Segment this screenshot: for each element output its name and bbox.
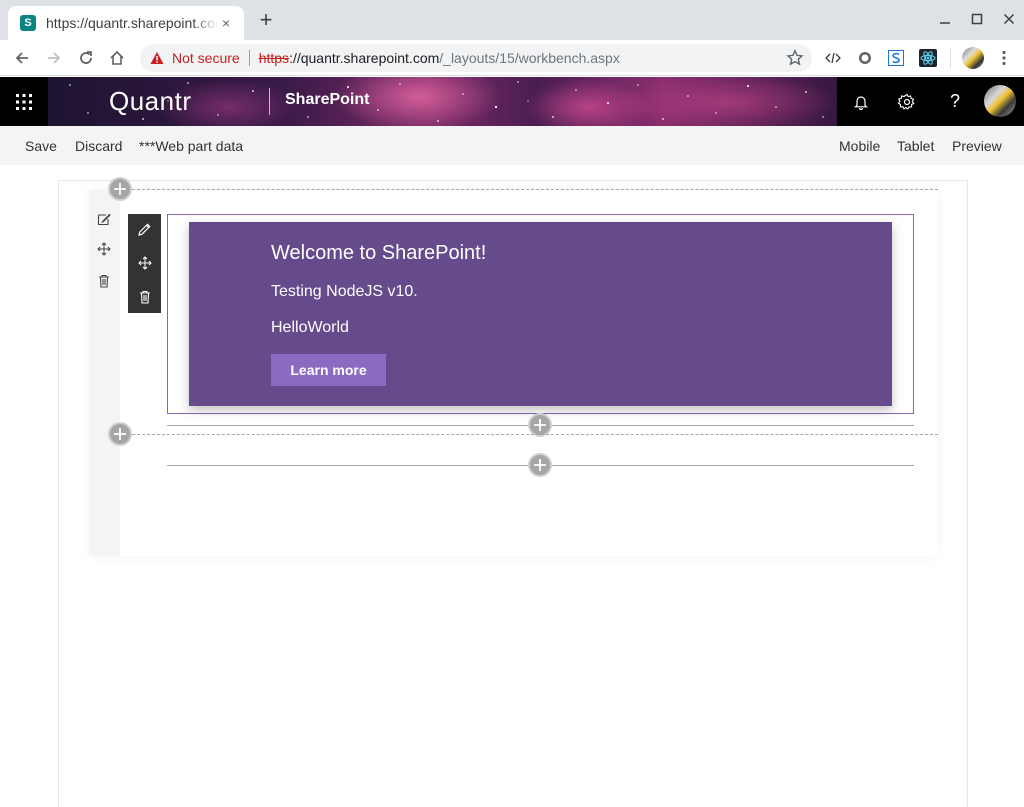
forward-arrow-icon[interactable] bbox=[41, 45, 67, 71]
window-maximize-icon[interactable] bbox=[966, 8, 988, 30]
browser-tab[interactable]: S https://quantr.sharepoint.com/_layouts… bbox=[8, 6, 244, 40]
window-close-icon[interactable] bbox=[998, 8, 1020, 30]
profile-avatar-icon[interactable] bbox=[962, 47, 984, 69]
move-section-icon[interactable] bbox=[95, 240, 113, 258]
suite-banner-image: Quantr SharePoint bbox=[48, 77, 837, 126]
tab-title: https://quantr.sharepoint.com/_layouts/1… bbox=[46, 15, 218, 31]
url-scheme: https bbox=[258, 50, 290, 66]
edit-section-icon[interactable] bbox=[95, 210, 113, 228]
browser-toolbar: Not secure https://quantr.sharepoint.com… bbox=[0, 40, 1024, 76]
section-insert-line-top bbox=[132, 189, 938, 190]
suite-bar-actions: ? bbox=[837, 77, 1024, 126]
warning-icon bbox=[150, 52, 164, 64]
mobile-preview-button[interactable]: Mobile bbox=[839, 138, 880, 154]
app-launcher-waffle-icon[interactable] bbox=[0, 77, 48, 126]
bookmark-star-icon[interactable] bbox=[786, 49, 804, 67]
hello-world-web-part: Welcome to SharePoint! Testing NodeJS v1… bbox=[189, 222, 892, 406]
web-part-description: Testing NodeJS v10. bbox=[271, 283, 418, 300]
browser-menu-icon[interactable] bbox=[995, 49, 1013, 67]
back-arrow-icon[interactable] bbox=[9, 45, 35, 71]
settings-gear-icon[interactable] bbox=[883, 77, 931, 126]
code-extension-icon[interactable] bbox=[824, 49, 842, 67]
browser-tabstrip: S https://quantr.sharepoint.com/_layouts… bbox=[0, 0, 1024, 40]
home-icon[interactable] bbox=[104, 45, 130, 71]
new-tab-button[interactable]: + bbox=[255, 9, 277, 32]
delete-section-icon[interactable] bbox=[95, 272, 113, 290]
section-insert-line-bottom bbox=[132, 434, 938, 435]
discard-button[interactable]: Discard bbox=[75, 138, 122, 154]
url-host: ://quantr.sharepoint.com bbox=[289, 50, 440, 66]
toolbar-divider bbox=[950, 48, 951, 68]
add-web-part-empty-plus-icon[interactable] bbox=[528, 453, 552, 477]
reload-icon[interactable] bbox=[73, 45, 99, 71]
workbench-command-bar: Save Discard ***Web part data Mobile Tab… bbox=[0, 126, 1024, 165]
add-section-top-plus-icon[interactable] bbox=[108, 177, 132, 201]
url-path: /_layouts/15/workbench.aspx bbox=[439, 50, 620, 66]
tab-close-icon[interactable]: × bbox=[218, 15, 234, 31]
web-part-data-button[interactable]: ***Web part data bbox=[139, 138, 243, 154]
save-button[interactable]: Save bbox=[25, 138, 57, 154]
move-web-part-icon[interactable] bbox=[135, 253, 154, 272]
edit-web-part-pencil-icon[interactable] bbox=[135, 220, 154, 239]
learn-more-button[interactable]: Learn more bbox=[271, 354, 386, 386]
sharepoint-favicon-icon: S bbox=[20, 15, 36, 31]
web-part-title: Welcome to SharePoint! bbox=[271, 242, 487, 264]
preview-button[interactable]: Preview bbox=[952, 138, 1002, 154]
web-part-property-value: HelloWorld bbox=[271, 319, 349, 336]
notifications-bell-icon[interactable] bbox=[837, 77, 885, 126]
suite-bar: Quantr SharePoint ? bbox=[0, 77, 1024, 126]
user-avatar[interactable] bbox=[984, 85, 1016, 117]
window-minimize-icon[interactable] bbox=[934, 8, 956, 30]
site-title[interactable]: SharePoint bbox=[285, 91, 369, 109]
brand-logo-text[interactable]: Quantr bbox=[109, 86, 192, 117]
add-section-bottom-plus-icon[interactable] bbox=[108, 422, 132, 446]
circle-extension-icon[interactable] bbox=[856, 49, 874, 67]
help-question-icon[interactable]: ? bbox=[931, 77, 979, 126]
react-devtools-icon[interactable] bbox=[919, 49, 937, 67]
address-divider bbox=[248, 50, 250, 66]
brand-divider bbox=[269, 88, 270, 115]
not-secure-label[interactable]: Not secure bbox=[172, 50, 240, 66]
s-extension-icon[interactable] bbox=[887, 49, 905, 67]
address-bar[interactable]: Not secure https://quantr.sharepoint.com… bbox=[140, 44, 812, 72]
delete-web-part-icon[interactable] bbox=[135, 287, 154, 306]
tablet-preview-button[interactable]: Tablet bbox=[897, 138, 934, 154]
